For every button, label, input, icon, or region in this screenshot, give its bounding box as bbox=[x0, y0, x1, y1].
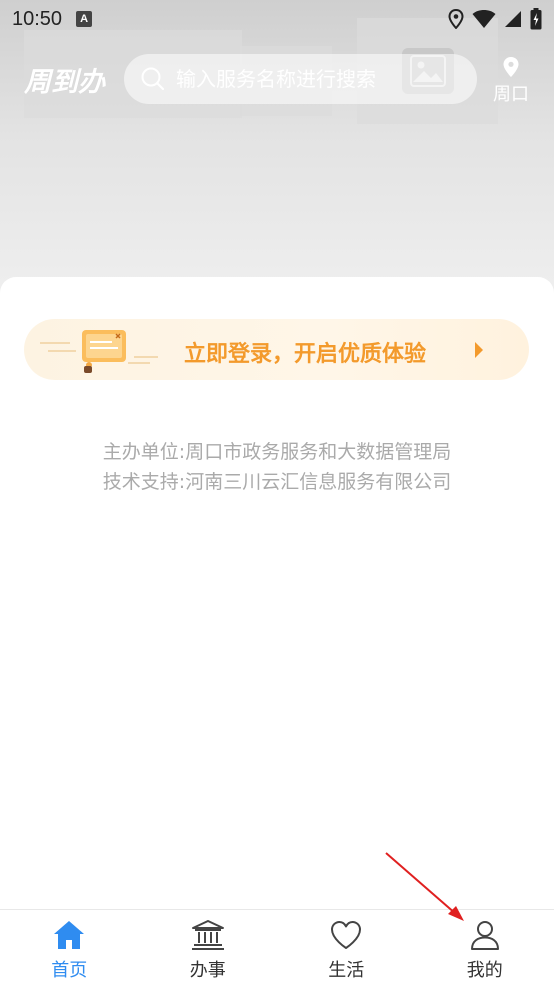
login-banner[interactable]: 立即登录，开启优质体验 bbox=[24, 319, 529, 380]
tab-home[interactable]: 首页 bbox=[0, 910, 139, 984]
content-card: 立即登录，开启优质体验 主办单位:周口市政务服务和大数据管理局 技术支持:河南三… bbox=[0, 277, 554, 909]
support-text: 技术支持:河南三川云汇信息服务有限公司 bbox=[102, 471, 452, 493]
signal-icon bbox=[505, 11, 521, 27]
tab-label: 生活 bbox=[328, 960, 365, 981]
chevron-right-icon bbox=[475, 342, 483, 358]
location-label: 周口 bbox=[493, 84, 529, 105]
search-bar[interactable] bbox=[124, 54, 477, 104]
organizer-text: 主办单位:周口市政务服务和大数据管理局 bbox=[102, 441, 452, 463]
battery-icon bbox=[530, 8, 542, 30]
message-illustration-icon bbox=[40, 330, 158, 373]
tab-label: 办事 bbox=[189, 960, 226, 981]
location-status-icon bbox=[448, 9, 464, 29]
app-logo: 周到办 bbox=[24, 67, 105, 98]
login-prompt-text: 立即登录，开启优质体验 bbox=[184, 342, 427, 367]
status-icons bbox=[448, 8, 542, 30]
tab-label: 我的 bbox=[466, 960, 503, 981]
status-bar: 10:50 A bbox=[0, 0, 554, 38]
user-icon bbox=[470, 921, 499, 950]
status-time: 10:50 bbox=[12, 7, 63, 30]
search-input[interactable] bbox=[176, 67, 456, 91]
government-building-icon bbox=[191, 920, 224, 950]
footer-info: 主办单位:周口市政务服务和大数据管理局 技术支持:河南三川云汇信息服务有限公司 bbox=[0, 437, 554, 497]
location-selector[interactable]: 周口 bbox=[490, 56, 532, 106]
bottom-tab-bar: 首页 办事 生活 我的 bbox=[0, 909, 554, 984]
tab-services[interactable]: 办事 bbox=[139, 910, 278, 984]
home-icon bbox=[54, 921, 85, 949]
heart-icon bbox=[331, 921, 362, 949]
tab-label: 首页 bbox=[51, 960, 88, 981]
notification-icon: A bbox=[76, 11, 93, 27]
annotation-arrow-icon bbox=[385, 852, 464, 921]
search-icon bbox=[141, 67, 165, 91]
wifi-icon bbox=[472, 10, 496, 28]
location-pin-icon bbox=[503, 57, 519, 77]
